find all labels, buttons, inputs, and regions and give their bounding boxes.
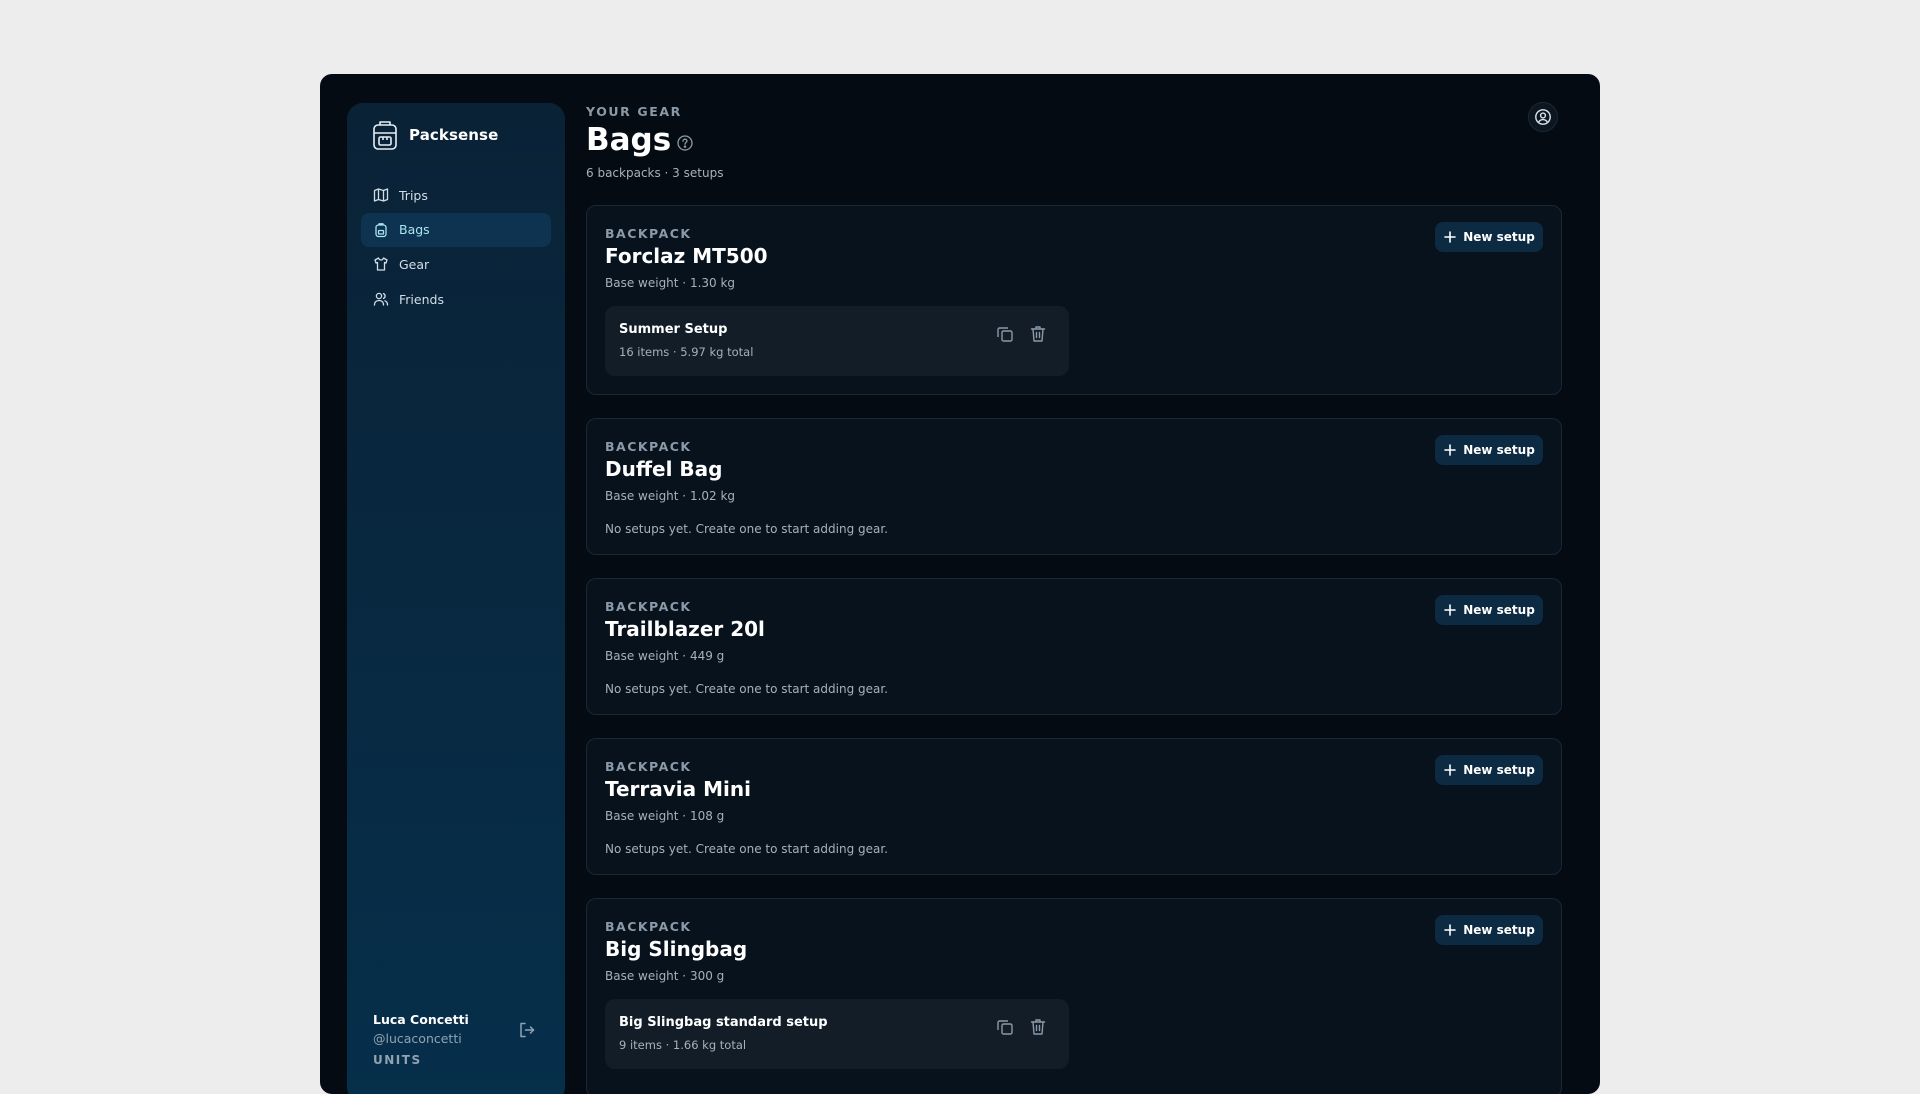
new-setup-button[interactable]: New setup [1435,435,1543,465]
shirt-icon [374,257,388,272]
bag-card-forclaz: BACKPACK Forclaz MT500 Base weight · 1.3… [586,205,1562,395]
bag-card-big-slingbag: BACKPACK Big Slingbag Base weight · 300 … [586,898,1562,1094]
sidebar: Packsense Trips Bags Gear Friends Luca C… [347,103,565,1094]
user-circle-icon [1535,109,1551,125]
new-setup-button[interactable]: New setup [1435,595,1543,625]
users-icon [373,292,389,306]
sidebar-item-label: Gear [399,256,430,272]
map-icon [373,188,389,202]
main-content: YOUR GEAR Bags 6 backpacks · 3 setups BA… [586,74,1600,1094]
new-setup-label: New setup [1463,763,1535,777]
setup-meta: 16 items · 5.97 kg total [619,345,754,359]
brand[interactable]: Packsense [371,119,498,151]
sidebar-item-bags[interactable]: Bags [361,212,551,247]
trash-icon[interactable] [1028,1017,1048,1037]
sidebar-item-label: Bags [399,222,430,238]
new-setup-label: New setup [1463,603,1535,617]
sidebar-item-trips[interactable]: Trips [361,178,551,212]
empty-setups-message: No setups yet. Create one to start addin… [605,682,888,696]
setup-card[interactable]: Summer Setup 16 items · 5.97 kg total [605,306,1069,376]
user-info: Luca Concetti @lucaconcetti [373,1012,469,1046]
sidebar-item-gear[interactable]: Gear [361,247,551,281]
bag-card-trailblazer: BACKPACK Trailblazer 20l Base weight · 4… [586,578,1562,715]
trash-icon[interactable] [1028,324,1048,344]
plus-icon [1444,444,1456,456]
bag-type-label: BACKPACK [605,599,692,614]
bag-type-label: BACKPACK [605,439,692,454]
page-eyebrow: YOUR GEAR [586,104,682,119]
bag-weight: Base weight · 108 g [605,809,725,823]
bag-type-label: BACKPACK [605,759,692,774]
sidebar-item-label: Trips [399,187,428,203]
copy-icon[interactable] [995,1017,1015,1037]
user-name: Luca Concetti [373,1012,469,1027]
page-title: Bags [586,122,672,158]
sidebar-item-label: Friends [399,291,444,307]
bag-name: Trailblazer 20l [605,617,765,641]
bag-weight: Base weight · 300 g [605,969,725,983]
bag-name: Forclaz MT500 [605,244,768,268]
plus-icon [1444,604,1456,616]
new-setup-button[interactable]: New setup [1435,222,1543,252]
new-setup-button[interactable]: New setup [1435,915,1543,945]
new-setup-label: New setup [1463,443,1535,457]
bag-type-label: BACKPACK [605,226,692,241]
bag-weight: Base weight · 1.02 kg [605,489,736,503]
setup-card[interactable]: Big Slingbag standard setup 9 items · 1.… [605,999,1069,1069]
plus-icon [1444,764,1456,776]
empty-setups-message: No setups yet. Create one to start addin… [605,522,888,536]
empty-setups-message: No setups yet. Create one to start addin… [605,842,888,856]
app-window: Packsense Trips Bags Gear Friends Luca C… [320,74,1600,1094]
bag-weight: Base weight · 1.30 kg [605,276,736,290]
logout-icon[interactable] [517,1020,537,1040]
bag-card-duffel: BACKPACK Duffel Bag Base weight · 1.02 k… [586,418,1562,555]
page-subtitle: 6 backpacks · 3 setups [586,166,724,180]
bag-icon [375,222,387,237]
setup-name: Summer Setup [619,322,728,337]
bag-name: Big Slingbag [605,937,748,961]
app-name: Packsense [409,126,499,144]
new-setup-label: New setup [1463,230,1535,244]
bag-card-terravia: BACKPACK Terravia Mini Base weight · 108… [586,738,1562,875]
plus-icon [1444,924,1456,936]
new-setup-button[interactable]: New setup [1435,755,1543,785]
bag-weight: Base weight · 449 g [605,649,725,663]
setup-meta: 9 items · 1.66 kg total [619,1038,747,1052]
copy-icon[interactable] [995,324,1015,344]
setup-name: Big Slingbag standard setup [619,1015,828,1030]
help-icon[interactable] [676,134,694,152]
units-label: UNITS [373,1053,422,1067]
sidebar-item-friends[interactable]: Friends [361,282,551,316]
new-setup-label: New setup [1463,923,1535,937]
bag-name: Duffel Bag [605,457,723,481]
sidebar-nav: Trips Bags Gear Friends [361,178,551,317]
plus-icon [1444,231,1456,243]
bag-type-label: BACKPACK [605,919,692,934]
backpack-logo-icon [373,121,397,150]
profile-button[interactable] [1528,102,1558,132]
bag-name: Terravia Mini [605,777,751,801]
user-handle: @lucaconcetti [373,1031,462,1046]
